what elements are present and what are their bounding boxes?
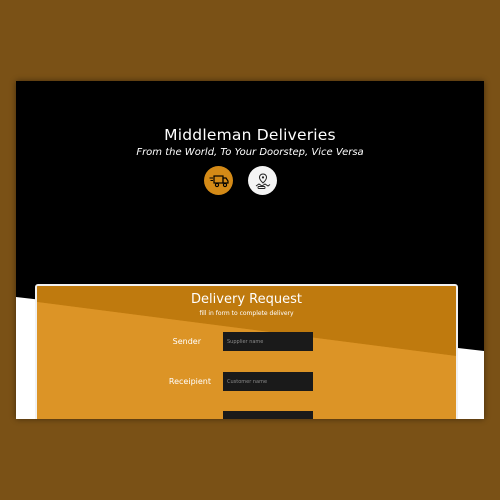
form-subtitle: fill in form to complete delivery xyxy=(199,310,294,317)
delivery-truck-icon xyxy=(209,174,229,187)
third-input[interactable] xyxy=(223,411,313,419)
sender-label: Sender xyxy=(172,337,201,346)
app-window: Middleman Deliveries From the World, To … xyxy=(16,81,484,419)
delivery-request-form: Delivery Request fill in form to complet… xyxy=(35,284,458,419)
recipient-label: Receipient xyxy=(168,377,211,386)
form-title: Delivery Request xyxy=(191,292,302,307)
site-tagline: From the World, To Your Doorstep, Vice V… xyxy=(136,147,364,158)
recipient-input[interactable] xyxy=(223,372,313,391)
delivery-truck-button[interactable] xyxy=(204,166,233,195)
site-title: Middleman Deliveries xyxy=(164,126,336,144)
map-route-button[interactable] xyxy=(248,166,277,195)
sender-input[interactable] xyxy=(223,332,313,351)
map-route-icon xyxy=(255,172,270,189)
